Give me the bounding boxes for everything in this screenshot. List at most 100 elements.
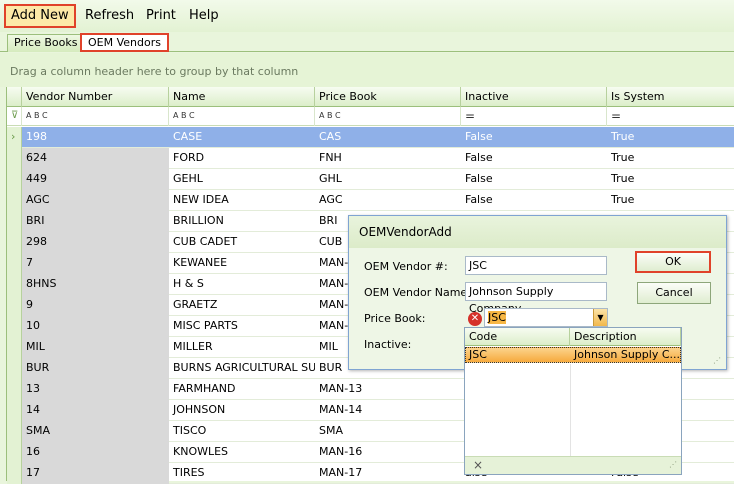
table-row[interactable]: 624 FORD FNH False True [7,148,734,169]
cell-name[interactable]: FORD [169,148,315,169]
cell-name[interactable]: GRAETZ [169,295,315,316]
row-indicator[interactable] [7,190,22,211]
row-indicator[interactable] [7,316,22,337]
cell-is-system[interactable]: True [607,127,734,148]
table-row[interactable]: › 198 CASE CAS False True [7,127,734,148]
cell-name[interactable]: KNOWLES [169,442,315,463]
cancel-button[interactable]: Cancel [637,282,711,304]
row-indicator[interactable] [7,379,22,400]
cell-name[interactable]: NEW IDEA [169,190,315,211]
header-vendor-number[interactable]: Vendor Number [22,87,169,107]
add-new-menu[interactable]: Add New [4,4,76,28]
cell-inactive[interactable]: False [461,148,607,169]
row-indicator[interactable] [7,253,22,274]
row-indicator[interactable] [7,400,22,421]
cell-name[interactable]: CASE [169,127,315,148]
help-menu[interactable]: Help [183,4,225,28]
cell-name[interactable]: BURNS AGRICULTURAL SU... [169,358,315,379]
price-book-combo[interactable]: JSC [484,308,608,327]
row-indicator[interactable] [7,442,22,463]
cell-name[interactable]: MISC PARTS [169,316,315,337]
resize-grip-icon[interactable]: ⋰ [669,460,677,469]
grid-header: Vendor Number Name Price Book Inactive I… [7,87,734,107]
row-indicator[interactable] [7,337,22,358]
cell-vendor-number[interactable]: 14 [22,400,169,421]
cell-name[interactable]: GEHL [169,169,315,190]
cell-vendor-number[interactable]: 449 [22,169,169,190]
filter-price-book[interactable]: A B C [315,107,461,126]
cell-vendor-number[interactable]: 16 [22,442,169,463]
chevron-down-icon[interactable]: ▼ [593,309,607,326]
dropdown-header-code[interactable]: Code [465,328,570,346]
dropdown-column-divider [570,364,571,456]
cell-name[interactable]: MILLER [169,337,315,358]
table-row[interactable]: 449 GEHL GHL False True [7,169,734,190]
filter-inactive[interactable]: = [461,107,607,126]
tab-price-books[interactable]: Price Books [7,34,85,52]
vendor-number-input[interactable]: JSC [465,256,607,275]
header-is-system[interactable]: Is System [607,87,734,107]
cell-price-book[interactable]: MAN-16 [315,442,461,463]
row-indicator[interactable] [7,148,22,169]
cell-price-book[interactable]: GHL [315,169,461,190]
cell-price-book[interactable]: SMA [315,421,461,442]
price-book-dropdown: Code Description JSC Johnson Supply C...… [464,327,682,475]
cell-name[interactable]: FARMHAND [169,379,315,400]
print-menu[interactable]: Print [140,4,182,28]
cell-vendor-number[interactable]: AGC [22,190,169,211]
cell-name[interactable]: BRILLION [169,211,315,232]
row-indicator[interactable] [7,211,22,232]
filter-is-system[interactable]: = [607,107,734,126]
group-panel[interactable]: Drag a column header here to group by th… [0,53,734,87]
row-indicator[interactable] [7,232,22,253]
ok-button[interactable]: OK [635,251,711,273]
vendor-name-input[interactable]: Johnson Supply Company [465,282,607,315]
cell-name[interactable]: KEWANEE [169,253,315,274]
filter-name[interactable]: A B C [169,107,315,126]
table-row[interactable]: AGC NEW IDEA AGC False True [7,190,734,211]
filter-vendor-number[interactable]: A B C [22,107,169,126]
cell-vendor-number[interactable]: MIL [22,337,169,358]
cell-name[interactable]: TISCO [169,421,315,442]
row-indicator[interactable] [7,169,22,190]
header-price-book[interactable]: Price Book [315,87,461,107]
cell-vendor-number[interactable]: BRI [22,211,169,232]
cell-name[interactable]: H & S [169,274,315,295]
cell-price-book[interactable]: MAN-13 [315,379,461,400]
cell-is-system[interactable]: True [607,148,734,169]
cell-vendor-number[interactable]: 9 [22,295,169,316]
row-indicator[interactable] [7,274,22,295]
cell-name[interactable]: CUB CADET [169,232,315,253]
cell-inactive[interactable]: False [461,169,607,190]
tab-oem-vendors[interactable]: OEM Vendors [80,33,169,52]
cell-vendor-number[interactable]: 298 [22,232,169,253]
cell-vendor-number[interactable]: 7 [22,253,169,274]
cell-price-book[interactable]: MAN-14 [315,400,461,421]
cell-vendor-number[interactable]: 13 [22,379,169,400]
cell-vendor-number[interactable]: SMA [22,421,169,442]
resize-grip-icon[interactable]: ⋰ [713,356,723,366]
cell-vendor-number[interactable]: 10 [22,316,169,337]
cell-inactive[interactable]: False [461,190,607,211]
dropdown-header-description[interactable]: Description [570,328,681,346]
row-indicator[interactable] [7,421,22,442]
header-name[interactable]: Name [169,87,315,107]
cell-vendor-number[interactable]: 8HNS [22,274,169,295]
row-indicator[interactable] [7,295,22,316]
cell-is-system[interactable]: True [607,169,734,190]
cell-name[interactable]: JOHNSON [169,400,315,421]
dropdown-row[interactable]: JSC Johnson Supply C... [465,347,681,363]
row-indicator[interactable]: › [7,127,22,148]
cell-vendor-number[interactable]: 624 [22,148,169,169]
cell-price-book[interactable]: FNH [315,148,461,169]
header-inactive[interactable]: Inactive [461,87,607,107]
cell-vendor-number[interactable]: BUR [22,358,169,379]
cell-vendor-number[interactable]: 198 [22,127,169,148]
close-icon[interactable]: × [473,458,483,472]
cell-inactive[interactable]: False [461,127,607,148]
cell-price-book[interactable]: CAS [315,127,461,148]
cell-price-book[interactable]: AGC [315,190,461,211]
cell-is-system[interactable]: True [607,190,734,211]
refresh-menu[interactable]: Refresh [79,4,140,28]
row-indicator[interactable] [7,358,22,379]
